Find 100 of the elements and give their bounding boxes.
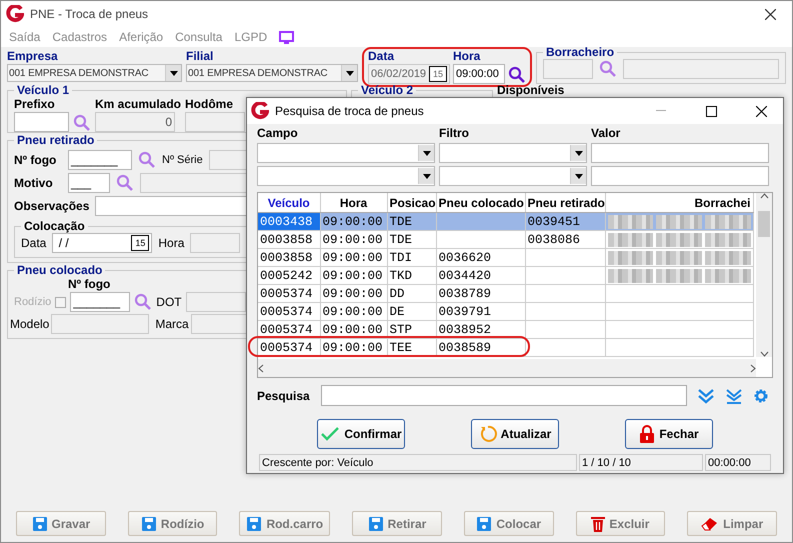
table-cell: 0036620 (436, 248, 525, 266)
table-cell: 0039791 (436, 302, 525, 320)
field-label: Modelo (10, 317, 50, 331)
caret-icon (170, 70, 178, 76)
field-label: Observações (14, 199, 90, 213)
scroll-up-icon[interactable] (760, 193, 768, 199)
field-label: Motivo (14, 176, 54, 190)
field-label: Nº fogo (68, 277, 110, 291)
status-text: 1 / 10 / 10 (579, 454, 703, 471)
calendar-button[interactable]: 15 (429, 66, 447, 82)
date-field[interactable]: / / 15 (52, 233, 152, 253)
table-cell: 09:00:00 (320, 248, 387, 266)
input-field[interactable]: _______ (68, 150, 132, 170)
table-cell: 0039451 (525, 212, 605, 230)
table-cell: 0005374 (258, 320, 320, 338)
column-header[interactable]: Pneu colocado (436, 193, 525, 212)
table-cell: TDE (387, 212, 436, 230)
close-icon[interactable] (764, 8, 776, 20)
field-label: DOT (156, 295, 182, 309)
input-field[interactable] (186, 292, 246, 312)
action-button[interactable]: Fechar (625, 419, 713, 449)
table-cell: 09:00:00 (320, 230, 387, 248)
dropdown[interactable] (439, 143, 587, 163)
input-field[interactable] (591, 143, 769, 163)
table-cell: 0038589 (436, 338, 525, 356)
group-title: Borracheiro (545, 45, 616, 59)
calendar-button[interactable]: 15 (131, 235, 150, 251)
checkbox-label: Rodízio (14, 296, 52, 308)
action-button[interactable]: Confirmar (317, 419, 405, 449)
table-cell: 0038789 (436, 284, 525, 302)
scroll-right-icon[interactable] (750, 364, 756, 372)
table-cell: 0005374 (258, 338, 320, 356)
chevron-bar-icon[interactable] (725, 388, 743, 404)
field-label: Data (21, 236, 46, 250)
search-field[interactable] (321, 385, 687, 406)
field-label: Campo (257, 126, 299, 140)
caret-icon (346, 70, 354, 76)
table-cell: 09:00:00 (320, 212, 387, 230)
time-field[interactable]: 09:00:00 (453, 64, 505, 84)
search-icon[interactable] (508, 66, 526, 84)
field-label: Empresa (7, 49, 59, 63)
settings-icon[interactable] (753, 388, 769, 404)
field-label: Hodôme (185, 97, 234, 111)
dropdown[interactable] (439, 166, 587, 186)
table-cell: TKD (387, 266, 436, 284)
scrollbar[interactable] (258, 359, 756, 377)
table-cell: DE (387, 302, 436, 320)
table-cell: 0003858 (258, 230, 320, 248)
dropdown[interactable] (257, 143, 435, 163)
column-header[interactable]: Hora (320, 193, 387, 212)
input-field[interactable] (591, 166, 769, 186)
field-label: Km acumulado (95, 97, 182, 111)
dropdown[interactable] (257, 166, 435, 186)
table-cell: 09:00:00 (320, 266, 387, 284)
table-cell: 0038952 (436, 320, 525, 338)
input-field[interactable] (623, 59, 779, 79)
check-icon (320, 426, 340, 442)
window-title: PNE - Troca de pneus (30, 7, 148, 21)
group-title: Veículo 1 (16, 83, 70, 97)
input-field[interactable] (185, 112, 246, 132)
action-button[interactable]: Atualizar (471, 419, 559, 449)
field-label: Nº Série (162, 154, 203, 166)
field-label: Marca (155, 317, 189, 331)
group-title: Colocação (23, 219, 86, 233)
input-field[interactable] (51, 314, 150, 334)
dropdown[interactable]: 001 EMPRESA DEMONSTRAC (186, 64, 358, 82)
column-header[interactable]: Borrachei (605, 193, 753, 212)
input-field[interactable] (190, 233, 240, 253)
table-cell: STP (387, 320, 436, 338)
table-cell: TEE (387, 338, 436, 356)
scroll-left-icon[interactable] (258, 364, 264, 372)
field-label: Data (368, 49, 396, 63)
input-field[interactable]: ___ (68, 173, 110, 193)
table-cell: 0003858 (258, 248, 320, 266)
logo-icon (6, 5, 24, 23)
maximize-icon[interactable] (706, 106, 716, 116)
field-label: Filial (186, 49, 214, 63)
caret-icon (422, 174, 430, 178)
close-icon[interactable] (756, 106, 766, 116)
input-field[interactable]: _______ (70, 292, 130, 312)
double-chevron-icon[interactable] (697, 388, 715, 404)
field-label: Nº fogo (14, 153, 58, 167)
dropdown[interactable]: 001 EMPRESA DEMONSTRAC (7, 64, 182, 82)
table-cell: 09:00:00 (320, 338, 387, 356)
column-header[interactable]: Posicao (387, 193, 436, 212)
caret-icon (574, 174, 582, 178)
table-cell: DD (387, 284, 436, 302)
monitor-icon[interactable] (279, 30, 294, 44)
column-header[interactable]: Veículo (258, 193, 320, 212)
group-title: Pneu retirado (16, 133, 96, 147)
column-header[interactable]: Pneu retirado (525, 193, 605, 212)
input-field[interactable] (543, 59, 593, 79)
scroll-down-icon[interactable] (760, 351, 768, 357)
input-field[interactable] (14, 112, 69, 132)
input-field[interactable]: 0 (95, 112, 175, 132)
scrollbar[interactable] (756, 193, 772, 357)
scrollbar-thumb[interactable] (758, 211, 770, 237)
minimize-icon[interactable] (656, 110, 666, 112)
logo-icon (251, 102, 269, 120)
date-field[interactable]: 06/02/2019 15 (368, 64, 450, 84)
